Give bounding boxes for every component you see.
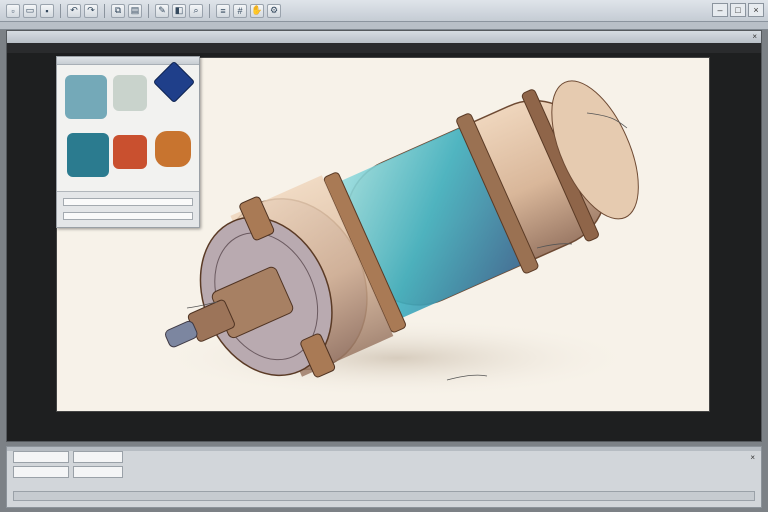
swatch-teal-wash[interactable]: [65, 75, 107, 119]
grid-icon[interactable]: #: [233, 3, 247, 18]
swatches-panel: [56, 56, 200, 228]
toolbar-separator: [60, 3, 61, 18]
new-icon[interactable]: ▫: [6, 3, 20, 18]
property-field[interactable]: [13, 466, 69, 478]
redo-icon[interactable]: ↷: [84, 3, 98, 18]
eraser-icon[interactable]: ◧: [172, 3, 186, 18]
hand-icon[interactable]: ✋: [250, 3, 264, 18]
document-ruler: [7, 43, 761, 53]
properties-panel: ×: [6, 446, 762, 508]
panel-field[interactable]: [63, 212, 193, 220]
options-bar: [0, 22, 768, 30]
undo-icon[interactable]: ↶: [67, 3, 81, 18]
window-controls: – □ ×: [712, 3, 764, 17]
settings-icon[interactable]: ⚙: [267, 3, 281, 18]
brush-icon[interactable]: ✎: [155, 3, 169, 18]
toolbar-separator: [104, 3, 105, 18]
zoom-icon[interactable]: ⌕: [189, 3, 203, 18]
swatch-vermilion[interactable]: [113, 135, 147, 169]
status-bar: [13, 491, 755, 501]
swatch-pale-sage[interactable]: [113, 75, 147, 111]
property-field[interactable]: [13, 451, 69, 463]
document-close-button[interactable]: ×: [752, 32, 757, 41]
swatch-burnt-orange[interactable]: [155, 131, 191, 167]
save-icon[interactable]: ▪: [40, 3, 54, 18]
toolbar-separator: [209, 3, 210, 18]
app-window: ▫ ▭ ▪ ↶ ↷ ⧉ ▤ ✎ ◧ ⌕ ≡ # ✋ ⚙ – □ × × ×: [0, 0, 768, 512]
copy-icon[interactable]: ⧉: [111, 3, 125, 18]
property-field[interactable]: [73, 466, 123, 478]
paste-icon[interactable]: ▤: [128, 3, 142, 18]
panel-close-button[interactable]: ×: [750, 453, 755, 462]
open-icon[interactable]: ▭: [23, 3, 37, 18]
panel-footer: [57, 191, 199, 227]
main-toolbar: ▫ ▭ ▪ ↶ ↷ ⧉ ▤ ✎ ◧ ⌕ ≡ # ✋ ⚙ – □ ×: [0, 0, 768, 22]
close-button[interactable]: ×: [748, 3, 764, 17]
toolbar-separator: [148, 3, 149, 18]
panel-field[interactable]: [63, 198, 193, 206]
swatch-cobalt-blue[interactable]: [152, 60, 196, 104]
swatch-deep-teal[interactable]: [67, 133, 109, 177]
document-tab-bar: ×: [7, 31, 761, 43]
layers-icon[interactable]: ≡: [216, 3, 230, 18]
property-field[interactable]: [73, 451, 123, 463]
maximize-button[interactable]: □: [730, 3, 746, 17]
minimize-button[interactable]: –: [712, 3, 728, 17]
